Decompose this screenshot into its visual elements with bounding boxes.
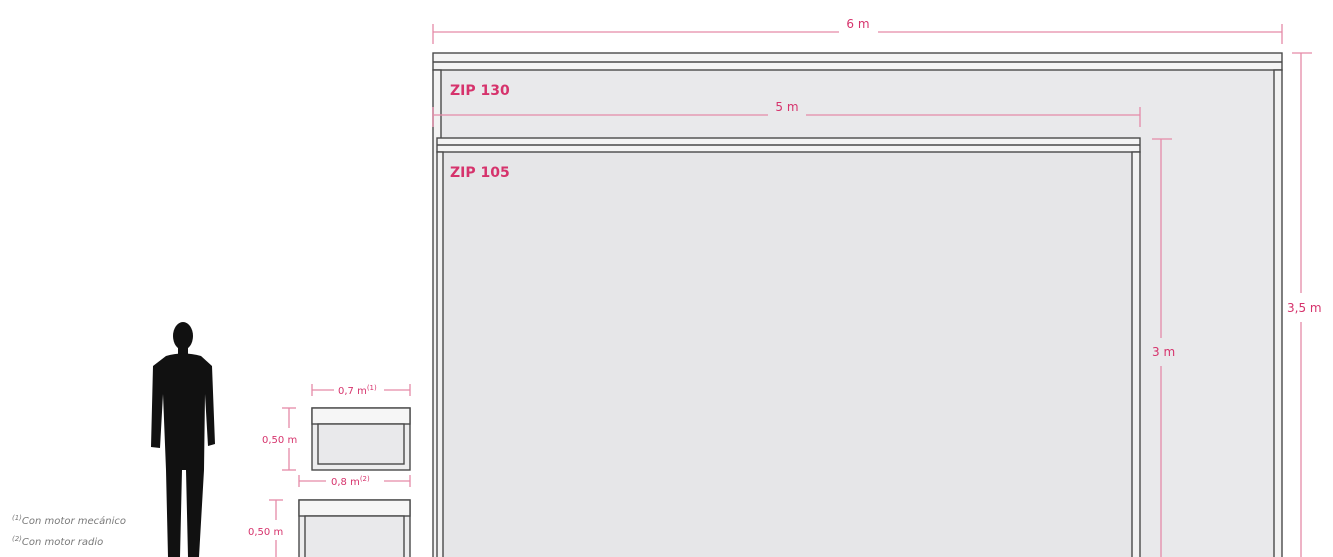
dimension-5m-label: 5 m (775, 100, 798, 114)
zip105-right-guide (1131, 151, 1141, 557)
footnotes: (1)Con motor mecánico (2)Con motor radio (12, 514, 126, 548)
human-silhouette (151, 322, 215, 557)
zip130-right-guide (1273, 69, 1283, 557)
box-large: 0,8 m(2) 0,50 m (248, 475, 411, 557)
footnote-2: (2)Con motor radio (12, 535, 103, 548)
footnote-1: (1)Con motor mecánico (12, 514, 126, 527)
dimension-3-5m-label: 3,5 m (1287, 301, 1322, 315)
zip105-label: ZIP 105 (450, 165, 510, 181)
box-small-height-label: 0,50 m (262, 435, 297, 446)
zip130-label: ZIP 130 (450, 83, 510, 99)
box-large-width-label: 0,8 m(2) (331, 475, 370, 488)
zip105-left-guide (436, 151, 444, 557)
box-small: 0,7 m(1) 0,50 m (262, 384, 411, 471)
zip105-screen: ZIP 105 (436, 137, 1141, 557)
dimension-6m-label: 6 m (846, 17, 869, 31)
zip105-fabric (441, 152, 1134, 557)
box-small-width-label: 0,7 m(1) (338, 384, 377, 397)
dimension-3m-label: 3 m (1152, 345, 1175, 359)
dimension-3-5m: 3,5 m (1287, 52, 1322, 557)
box-large-height-label: 0,50 m (248, 527, 283, 538)
zip-screen-size-diagram: ZIP 130 ZIP 105 6 m 5 m 3,5 m 3 m 0,7 m(… (12, 17, 1322, 557)
dimension-6m: 6 m (432, 17, 1283, 44)
